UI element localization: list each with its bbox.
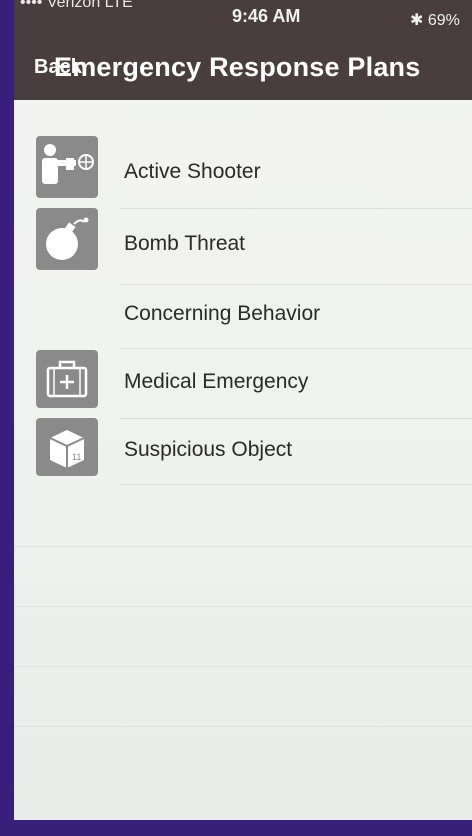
clock-label: 9:46 AM: [232, 6, 301, 26]
row-label: Medical Emergency: [124, 370, 309, 393]
empty-row-divider: [14, 546, 472, 547]
row-divider: [120, 284, 472, 285]
row-divider: [120, 484, 472, 485]
shooter-icon: [36, 136, 98, 198]
svg-text:11: 11: [72, 452, 81, 462]
row-label: Bomb Threat: [124, 232, 246, 255]
row-divider: [120, 348, 472, 349]
empty-row-divider: [14, 606, 472, 607]
row-label: Concerning Behavior: [124, 302, 321, 325]
package-icon: 11: [36, 418, 98, 476]
status-bar: •••• Verizon LTE 9:46 AM ✱ 69%: [14, 0, 472, 38]
device-frame: •••• Verizon LTE 9:46 AM ✱ 69% Back Emer…: [0, 0, 472, 836]
navigation-bar: Back Emergency Response Plans: [14, 38, 472, 100]
empty-row-divider: [14, 666, 472, 667]
row-label: Active Shooter: [124, 160, 261, 183]
list-item-bomb-threat[interactable]: Bomb Threat: [14, 208, 472, 274]
battery-label: ✱ 69%: [410, 12, 460, 29]
carrier-label: •••• Verizon LTE: [20, 0, 133, 11]
page-title: Emergency Response Plans: [54, 52, 421, 82]
list-item-concerning-behavior[interactable]: Concerning Behavior: [14, 286, 472, 352]
list-item-suspicious-object[interactable]: 11 Suspicious Object: [14, 418, 472, 484]
bomb-icon: [36, 208, 98, 270]
list-item-active-shooter[interactable]: Active Shooter: [14, 136, 472, 202]
empty-row-divider: [14, 726, 472, 727]
app-screen: •••• Verizon LTE 9:46 AM ✱ 69% Back Emer…: [14, 0, 472, 820]
list-item-medical-emergency[interactable]: Medical Emergency: [14, 350, 472, 416]
row-label: Suspicious Object: [124, 438, 293, 461]
medical-kit-icon: [36, 350, 98, 408]
